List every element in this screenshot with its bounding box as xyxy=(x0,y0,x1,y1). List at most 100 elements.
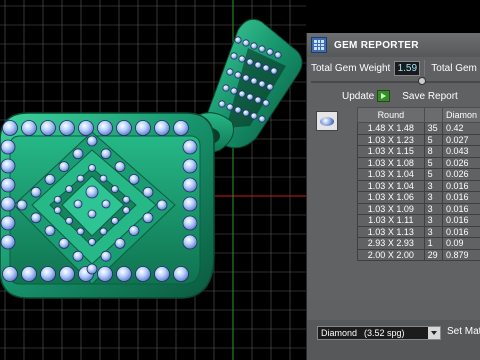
inner-gem xyxy=(86,135,98,147)
material-select[interactable]: Diamond (3.52 spg) xyxy=(317,326,441,340)
table-row[interactable]: 2.00 X 2.00 29 0.879 xyxy=(357,248,480,261)
action-row: Update Save Report xyxy=(307,88,480,104)
slider-track xyxy=(311,81,480,83)
table-row[interactable]: 2.93 X 2.93 1 0.09 xyxy=(357,237,480,250)
bail-gem xyxy=(258,45,266,53)
border-gem xyxy=(135,120,151,136)
size-slider[interactable] xyxy=(311,77,480,87)
cell-weight: 0.42 xyxy=(441,122,480,135)
slider-handle[interactable] xyxy=(418,77,426,85)
table-row[interactable]: 1.03 X 1.06 3 0.016 xyxy=(357,191,480,204)
panel-title: GEM REPORTER xyxy=(334,39,419,51)
border-gem xyxy=(59,266,75,282)
bail-gem xyxy=(230,52,238,60)
border-gem xyxy=(21,120,37,136)
table-row[interactable]: 1.03 X 1.13 3 0.016 xyxy=(357,225,480,238)
panel-footer: Diamond (3.52 spg) Set Mate xyxy=(307,320,480,360)
inner-gem xyxy=(88,238,96,246)
border-gem xyxy=(154,266,170,282)
table-row[interactable]: 1.03 X 1.04 5 0.026 xyxy=(357,168,480,181)
cell-weight: 0.879 xyxy=(441,248,480,261)
update-button[interactable]: Update xyxy=(342,91,374,102)
bail-gem xyxy=(238,90,246,98)
bail-gem xyxy=(230,87,238,95)
border-gem xyxy=(116,266,132,282)
inner-gem xyxy=(88,164,96,172)
cell-count: 3 xyxy=(423,191,443,204)
cell-weight: 0.026 xyxy=(441,156,480,169)
cell-size: 2.93 X 2.93 xyxy=(357,237,425,250)
save-report-button[interactable]: Save Report xyxy=(402,91,458,102)
column-header-count[interactable] xyxy=(423,107,443,123)
table-row[interactable]: 1.03 X 1.09 3 0.016 xyxy=(357,202,480,215)
cell-count: 3 xyxy=(423,179,443,192)
cell-count: 8 xyxy=(423,145,443,158)
inner-gem xyxy=(142,186,154,198)
cell-count: 5 xyxy=(423,156,443,169)
inner-gem xyxy=(110,216,119,225)
panel-titlebar[interactable]: GEM REPORTER xyxy=(307,33,480,57)
table-row[interactable]: 1.03 X 1.04 3 0.016 xyxy=(357,179,480,192)
chevron-down-icon[interactable] xyxy=(428,327,440,339)
bail-gem xyxy=(274,51,282,59)
column-header-round[interactable]: Round xyxy=(357,107,425,123)
inner-gem xyxy=(114,161,126,173)
inner-gem xyxy=(128,225,140,237)
round-gem-icon[interactable] xyxy=(316,111,338,131)
inner-gem xyxy=(53,195,62,204)
inner-gem xyxy=(99,227,108,236)
cell-size: 2.00 X 2.00 xyxy=(357,248,425,261)
inner-gem xyxy=(53,206,62,215)
table-row[interactable]: 1.03 X 1.11 3 0.016 xyxy=(357,214,480,227)
material-name: Diamond xyxy=(321,328,358,338)
table-row[interactable]: 1.48 X 1.48 35 0.42 xyxy=(357,122,480,135)
inner-gem xyxy=(142,212,154,224)
border-gem xyxy=(182,177,198,193)
column-header-diamond[interactable]: Diamon xyxy=(441,107,480,123)
cell-size: 1.03 X 1.15 xyxy=(357,145,425,158)
cell-size: 1.03 X 1.08 xyxy=(357,156,425,169)
border-gem xyxy=(182,158,198,174)
border-gem xyxy=(97,266,113,282)
separator xyxy=(424,60,431,76)
border-gem xyxy=(40,266,56,282)
border-gem xyxy=(182,196,198,212)
cell-size: 1.48 X 1.48 xyxy=(357,122,425,135)
table-row[interactable]: 1.03 X 1.23 5 0.027 xyxy=(357,133,480,146)
gem-table: Round Diamon 1.48 X 1.48 35 0.42 1.03 X 1.2… xyxy=(357,107,480,261)
pendant-body xyxy=(0,112,215,299)
play-icon[interactable] xyxy=(377,90,391,102)
inner-gem xyxy=(16,199,28,211)
bail-gem xyxy=(234,106,242,114)
weight-row: Total Gem Weight 1.59 Total Gem Co xyxy=(311,60,480,76)
border-gem xyxy=(0,196,16,212)
center-gem xyxy=(87,209,97,219)
inner-gem xyxy=(30,212,42,224)
center-gem xyxy=(73,199,83,209)
inner-gem xyxy=(72,250,84,262)
bail-gem xyxy=(218,100,226,108)
border-gem xyxy=(154,120,170,136)
cell-count: 5 xyxy=(423,133,443,146)
border-gem xyxy=(2,266,18,282)
gem-table-area: Round Diamon 1.48 X 1.48 35 0.42 1.03 X 1.2… xyxy=(307,107,480,299)
border-gem xyxy=(182,234,198,250)
cell-count: 29 xyxy=(423,248,443,261)
border-gem xyxy=(135,266,151,282)
bail-gem xyxy=(222,84,230,92)
cell-weight: 0.016 xyxy=(441,225,480,238)
cell-weight: 0.043 xyxy=(441,145,480,158)
bail-gem xyxy=(258,80,266,88)
border-gem xyxy=(0,177,16,193)
inner-gem xyxy=(99,174,108,183)
table-row[interactable]: 1.03 X 1.08 5 0.026 xyxy=(357,156,480,169)
border-gem xyxy=(0,158,16,174)
cell-count: 35 xyxy=(423,122,443,135)
inner-gem xyxy=(86,263,98,275)
table-row[interactable]: 1.03 X 1.15 8 0.043 xyxy=(357,145,480,158)
inner-gem xyxy=(76,174,85,183)
inner-gem xyxy=(100,148,112,160)
bail-gem xyxy=(242,39,250,47)
bail-gem xyxy=(226,68,234,76)
set-material-button[interactable]: Set Mate xyxy=(447,326,480,337)
